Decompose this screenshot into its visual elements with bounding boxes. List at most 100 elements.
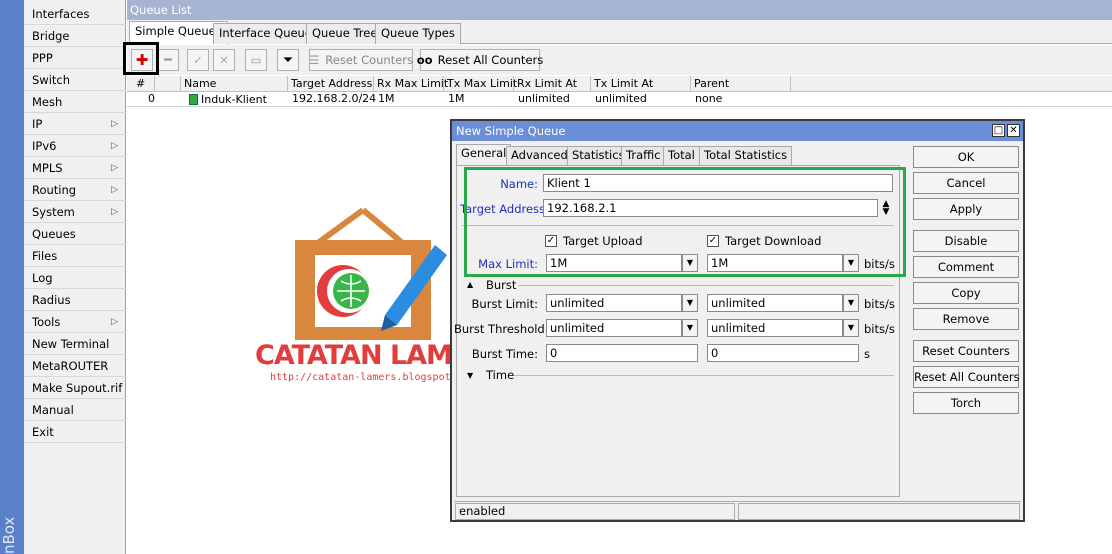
sidebar-item-switch[interactable]: Switch [24, 69, 126, 91]
col-blank[interactable] [155, 76, 181, 92]
sidebar-item-label: Exit [32, 425, 54, 439]
submenu-arrow-icon: ▷ [111, 119, 118, 129]
remove-button[interactable]: ━ [157, 49, 179, 71]
note-icon: ▭ [250, 53, 262, 67]
close-icon[interactable]: ✕ [1007, 124, 1020, 137]
sidebar-item-interfaces[interactable]: Interfaces [24, 3, 126, 25]
burst-threshold-download-field[interactable]: unlimited [707, 319, 843, 337]
remove-button[interactable]: Remove [913, 308, 1019, 330]
col-target-address[interactable]: Target Address [288, 76, 374, 92]
col-num[interactable]: # [133, 76, 155, 92]
submenu-arrow-icon: ▷ [111, 141, 118, 151]
col-parent[interactable]: Parent [691, 76, 791, 92]
collapse-burst-icon[interactable]: ▲ [467, 280, 473, 289]
torch-button[interactable]: Torch [913, 392, 1019, 414]
dialog-tab-total[interactable]: Total [663, 146, 700, 165]
reset-all-icon: oo [416, 53, 433, 67]
status-empty [738, 503, 1020, 520]
reset-counters-button[interactable]: ☰ Reset Counters [309, 49, 413, 71]
sidebar-item-log[interactable]: Log [24, 267, 126, 289]
sidebar-item-exit[interactable]: Exit [24, 421, 126, 443]
sidebar-item-make-supout-rif[interactable]: Make Supout.rif [24, 377, 126, 399]
burst-time-unit: s [864, 347, 870, 361]
sidebar-item-radius[interactable]: Radius [24, 289, 126, 311]
sidebar-item-manual[interactable]: Manual [24, 399, 126, 421]
disable-button[interactable]: Disable [913, 230, 1019, 252]
winbox-side-label: nBox [0, 516, 18, 554]
apply-button[interactable]: Apply [913, 198, 1019, 220]
col-tx-max-limit[interactable]: Tx Max Limit [444, 76, 517, 92]
sidebar-item-queues[interactable]: Queues [24, 223, 126, 245]
sidebar-item-ipv6[interactable]: IPv6 ▷ [24, 135, 126, 157]
sidebar-item-tools[interactable]: Tools ▷ [24, 311, 126, 333]
sidebar-item-metarouter[interactable]: MetaROUTER [24, 355, 126, 377]
cell-rx-at: unlimited [518, 92, 570, 105]
row-divider [127, 106, 1112, 107]
sidebar-item-label: MPLS [32, 161, 63, 175]
burst-threshold-upload-field[interactable]: unlimited [546, 319, 682, 337]
sidebar-item-label: New Terminal [32, 337, 110, 351]
col-name[interactable]: Name [181, 76, 288, 92]
sidebar-item-label: Routing [32, 183, 77, 197]
enable-button[interactable]: ✓ [187, 49, 209, 71]
burst-limit-download-dropdown[interactable]: ▼ [843, 294, 859, 312]
time-divider [514, 375, 894, 376]
filter-button[interactable]: ⏷ [277, 49, 299, 71]
sidebar-item-routing[interactable]: Routing ▷ [24, 179, 126, 201]
cancel-button[interactable]: Cancel [913, 172, 1019, 194]
reset-counters-button[interactable]: Reset Counters [913, 340, 1019, 362]
submenu-arrow-icon: ▷ [111, 185, 118, 195]
burst-threshold-upload-dropdown[interactable]: ▼ [682, 319, 698, 337]
disable-button[interactable]: ✕ [213, 49, 235, 71]
copy-button[interactable]: Copy [913, 282, 1019, 304]
sidebar-menu: Interfaces Bridge PPP Switch Mesh IP ▷ IPv6 ▷ MPL… [24, 0, 126, 554]
reset-counters-label: Reset Counters [325, 53, 414, 67]
cell-tx-max: 1M [448, 92, 465, 105]
sidebar-item-label: Files [32, 249, 58, 263]
sidebar-item-ppp[interactable]: PPP [24, 47, 126, 69]
expand-time-icon[interactable]: ▼ [467, 371, 473, 380]
burst-threshold-download-dropdown[interactable]: ▼ [843, 319, 859, 337]
dialog-tab-general[interactable]: General [456, 144, 512, 166]
sidebar-item-label: System [32, 205, 75, 219]
burst-limit-upload-dropdown[interactable]: ▼ [682, 294, 698, 312]
col-rx-limit-at[interactable]: Rx Limit At [514, 76, 591, 92]
sidebar-item-bridge[interactable]: Bridge [24, 25, 126, 47]
sidebar-item-label: Make Supout.rif [32, 381, 123, 395]
dialog-tab-total-statistics[interactable]: Total Statistics [699, 146, 793, 165]
burst-limit-download-field[interactable]: unlimited [707, 294, 843, 312]
burst-limit-upload-field[interactable]: unlimited [546, 294, 682, 312]
ok-button[interactable]: OK [913, 146, 1019, 168]
sidebar-item-mpls[interactable]: MPLS ▷ [24, 157, 126, 179]
dialog-tab-advanced[interactable]: Advanced [506, 146, 573, 165]
cross-icon: ✕ [219, 53, 229, 67]
submenu-arrow-icon: ▷ [111, 207, 118, 217]
burst-threshold-label: Burst Threshold: [454, 322, 549, 336]
sidebar-item-ip[interactable]: IP ▷ [24, 113, 126, 135]
sidebar-item-label: MetaROUTER [32, 359, 109, 373]
burst-time-upload-field[interactable]: 0 [546, 344, 698, 362]
reset-all-counters-button[interactable]: Reset All Counters [913, 366, 1020, 388]
dialog-tab-traffic[interactable]: Traffic [621, 146, 666, 165]
cell-rx-max: 1M [378, 92, 395, 105]
sidebar-item-new-terminal[interactable]: New Terminal [24, 333, 126, 355]
sidebar-item-system[interactable]: System ▷ [24, 201, 126, 223]
burst-time-download-field[interactable]: 0 [707, 344, 859, 362]
sidebar-item-files[interactable]: Files [24, 245, 126, 267]
comment-button[interactable]: ▭ [245, 49, 267, 71]
sidebar-item-label: Interfaces [32, 7, 90, 21]
sidebar-item-mesh[interactable]: Mesh [24, 91, 126, 113]
col-tx-limit-at[interactable]: Tx Limit At [591, 76, 691, 92]
col-rx-max-limit[interactable]: Rx Max Limit [374, 76, 448, 92]
cell-name: Induk-Klient [186, 92, 267, 107]
reset-all-counters-button[interactable]: oo Reset All Counters [416, 49, 543, 71]
tab-queue-tree[interactable]: Queue Tree [306, 23, 384, 44]
queue-list-tabs: Simple Queues Interface Queues Queue Tre… [127, 20, 1112, 45]
tab-queue-types[interactable]: Queue Types [375, 23, 461, 44]
queue-icon [189, 94, 198, 105]
sidebar-item-label: IPv6 [32, 139, 57, 153]
comment-button[interactable]: Comment [913, 256, 1019, 278]
maximize-icon[interactable]: □ [992, 124, 1005, 137]
sidebar-item-label: Log [32, 271, 53, 285]
winbox-side-strip: nBox [0, 0, 24, 554]
